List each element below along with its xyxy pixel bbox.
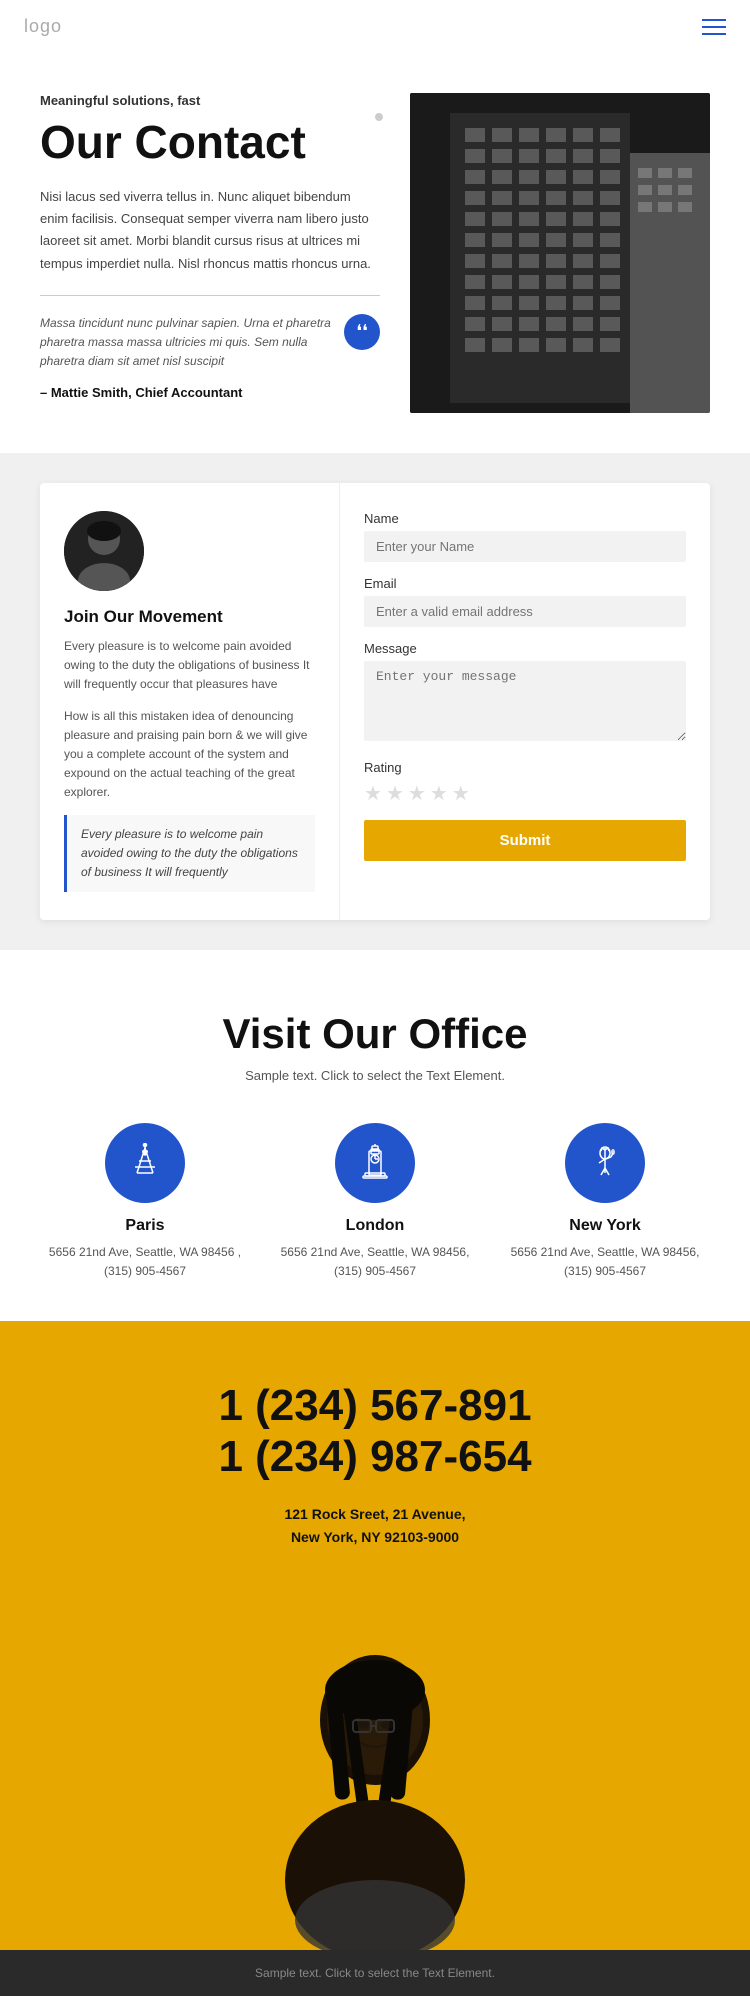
email-label: Email [364, 576, 686, 591]
avatar [64, 511, 144, 591]
office-card-london: London 5656 21nd Ave, Seattle, WA 98456,… [270, 1123, 480, 1281]
message-input[interactable] [364, 661, 686, 741]
star-5[interactable]: ★ [452, 781, 470, 806]
quote-icon: ❛❛ [344, 314, 380, 350]
form-card: Join Our Movement Every pleasure is to w… [40, 483, 710, 920]
star-1[interactable]: ★ [364, 781, 382, 806]
hero-description: Nisi lacus sed viverra tellus in. Nunc a… [40, 186, 380, 274]
form-section: Join Our Movement Every pleasure is to w… [0, 453, 750, 950]
hamburger-line-1 [702, 19, 726, 21]
london-city: London [270, 1217, 480, 1235]
form-left-panel: Join Our Movement Every pleasure is to w… [40, 483, 340, 920]
form-para2: How is all this mistaken idea of denounc… [64, 707, 315, 803]
cta-phone2: 1 (234) 987-654 [40, 1432, 710, 1483]
cta-address: 121 Rock Sreet, 21 Avenue, New York, NY … [40, 1503, 710, 1551]
name-input[interactable] [364, 531, 686, 562]
office-section: Visit Our Office Sample text. Click to s… [0, 950, 750, 1321]
name-field-group: Name [364, 511, 686, 562]
header: logo [0, 0, 750, 53]
form-para1: Every pleasure is to welcome pain avoide… [64, 637, 315, 695]
newyork-address: 5656 21nd Ave, Seattle, WA 98456, (315) … [500, 1243, 710, 1281]
cta-address-line2: New York, NY 92103-9000 [291, 1529, 459, 1545]
hero-author: – Mattie Smith, Chief Accountant [40, 385, 380, 400]
hero-section: Meaningful solutions, fast Our Contact N… [0, 53, 750, 453]
london-address: 5656 21nd Ave, Seattle, WA 98456, (315) … [270, 1243, 480, 1281]
office-title: Visit Our Office [40, 1010, 710, 1058]
office-card-newyork: New York 5656 21nd Ave, Seattle, WA 9845… [500, 1123, 710, 1281]
decorative-dot [375, 113, 383, 121]
hero-subtitle: Meaningful solutions, fast [40, 93, 380, 108]
hero-divider [40, 295, 380, 296]
hero-right [410, 93, 710, 413]
office-card-paris: Paris 5656 21nd Ave, Seattle, WA 98456 ,… [40, 1123, 250, 1281]
hamburger-line-3 [702, 33, 726, 35]
hero-title: Our Contact [40, 118, 380, 166]
footer: Sample text. Click to select the Text El… [0, 1950, 750, 1996]
paris-city: Paris [40, 1217, 250, 1235]
hamburger-menu[interactable] [702, 19, 726, 35]
cta-section: 1 (234) 567-891 1 (234) 987-654 121 Rock… [0, 1321, 750, 1950]
hero-left: Meaningful solutions, fast Our Contact N… [40, 93, 390, 413]
newyork-icon [565, 1123, 645, 1203]
cta-phone1: 1 (234) 567-891 [40, 1381, 710, 1432]
submit-button[interactable]: Submit [364, 820, 686, 861]
london-icon [335, 1123, 415, 1203]
star-rating[interactable]: ★ ★ ★ ★ ★ [364, 781, 686, 806]
message-field-group: Message [364, 641, 686, 746]
star-3[interactable]: ★ [408, 781, 426, 806]
paris-address: 5656 21nd Ave, Seattle, WA 98456 , (315)… [40, 1243, 250, 1281]
form-blockquote: Every pleasure is to welcome pain avoide… [64, 815, 315, 893]
hero-quote-text: Massa tincidunt nunc pulvinar sapien. Ur… [40, 314, 334, 372]
form-right-panel: Name Email Message Rating ★ ★ ★ ★ ★ Subm… [340, 483, 710, 920]
hamburger-line-2 [702, 26, 726, 28]
cta-person-image [40, 1590, 710, 1950]
office-subtitle: Sample text. Click to select the Text El… [40, 1068, 710, 1083]
email-field-group: Email [364, 576, 686, 627]
logo: logo [24, 16, 62, 37]
message-label: Message [364, 641, 686, 656]
name-label: Name [364, 511, 686, 526]
hero-quote-block: Massa tincidunt nunc pulvinar sapien. Ur… [40, 314, 380, 372]
paris-icon [105, 1123, 185, 1203]
footer-text: Sample text. Click to select the Text El… [16, 1966, 734, 1980]
office-cards: Paris 5656 21nd Ave, Seattle, WA 98456 ,… [40, 1123, 710, 1281]
email-input[interactable] [364, 596, 686, 627]
star-2[interactable]: ★ [386, 781, 404, 806]
hero-building-image [410, 93, 710, 413]
newyork-city: New York [500, 1217, 710, 1235]
form-heading: Join Our Movement [64, 607, 315, 627]
cta-address-line1: 121 Rock Sreet, 21 Avenue, [284, 1506, 465, 1522]
star-4[interactable]: ★ [430, 781, 448, 806]
rating-label: Rating [364, 760, 686, 775]
